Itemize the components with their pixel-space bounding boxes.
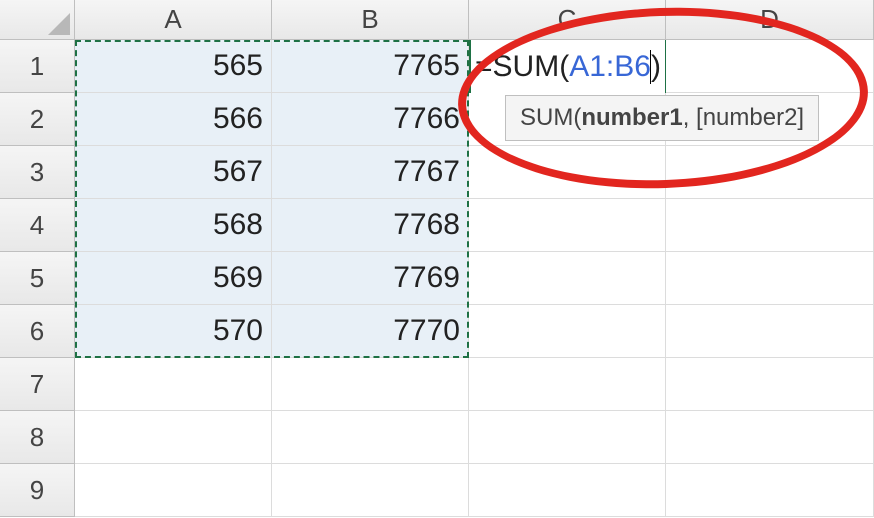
cell-b2[interactable]: 7766 — [272, 93, 469, 146]
tooltip-fn: SUM( — [520, 104, 581, 132]
cell-c9[interactable] — [469, 464, 666, 517]
cell-a9[interactable] — [75, 464, 272, 517]
formula-close-paren: ) — [651, 50, 661, 84]
cell-a4[interactable]: 568 — [75, 199, 272, 252]
row-header-4[interactable]: 4 — [0, 199, 75, 252]
cell-a7[interactable] — [75, 358, 272, 411]
row-headers: 1 2 3 4 5 6 7 8 9 — [0, 40, 75, 517]
cell-c3[interactable] — [469, 146, 666, 199]
cell-b6[interactable]: 7770 — [272, 305, 469, 358]
cell-b8[interactable] — [272, 411, 469, 464]
cell-b3[interactable]: 7767 — [272, 146, 469, 199]
cell-c5[interactable] — [469, 252, 666, 305]
row-header-5[interactable]: 5 — [0, 252, 75, 305]
select-all-corner[interactable] — [0, 0, 75, 40]
cell-c8[interactable] — [469, 411, 666, 464]
cell-d3[interactable] — [666, 146, 874, 199]
cell-a5[interactable]: 569 — [75, 252, 272, 305]
cell-a1[interactable]: 565 — [75, 40, 272, 93]
col-header-c[interactable]: C — [469, 0, 666, 40]
cell-c4[interactable] — [469, 199, 666, 252]
formula-open-paren: ( — [559, 50, 569, 84]
row-header-7[interactable]: 7 — [0, 358, 75, 411]
cell-b9[interactable] — [272, 464, 469, 517]
tooltip-rest: , [number2] — [683, 104, 804, 132]
col-header-b[interactable]: B — [272, 0, 469, 40]
cell-c6[interactable] — [469, 305, 666, 358]
cell-d1[interactable] — [666, 40, 874, 93]
formula-function: SUM — [493, 50, 560, 84]
row-header-6[interactable]: 6 — [0, 305, 75, 358]
formula-prefix: = — [475, 50, 493, 84]
row-header-2[interactable]: 2 — [0, 93, 75, 146]
col-header-d[interactable]: D — [666, 0, 874, 40]
formula-range: A1:B6 — [569, 50, 651, 84]
cell-d4[interactable] — [666, 199, 874, 252]
formula-tooltip[interactable]: SUM(number1, [number2] — [505, 95, 819, 141]
cell-b5[interactable]: 7769 — [272, 252, 469, 305]
cell-d7[interactable] — [666, 358, 874, 411]
tooltip-arg1: number1 — [581, 104, 682, 132]
cell-d8[interactable] — [666, 411, 874, 464]
col-header-a[interactable]: A — [75, 0, 272, 40]
row-header-3[interactable]: 3 — [0, 146, 75, 199]
cell-a8[interactable] — [75, 411, 272, 464]
cell-a3[interactable]: 567 — [75, 146, 272, 199]
row-header-1[interactable]: 1 — [0, 40, 75, 93]
cell-d5[interactable] — [666, 252, 874, 305]
cell-c7[interactable] — [469, 358, 666, 411]
row-header-9[interactable]: 9 — [0, 464, 75, 517]
cell-d6[interactable] — [666, 305, 874, 358]
column-headers: A B C D — [75, 0, 874, 40]
cell-a2[interactable]: 566 — [75, 93, 272, 146]
row-header-8[interactable]: 8 — [0, 411, 75, 464]
cell-b1[interactable]: 7765 — [272, 40, 469, 93]
cell-b7[interactable] — [272, 358, 469, 411]
cell-a6[interactable]: 570 — [75, 305, 272, 358]
cell-d9[interactable] — [666, 464, 874, 517]
formula-editor[interactable]: =SUM(A1:B6) — [471, 40, 665, 93]
cell-b4[interactable]: 7768 — [272, 199, 469, 252]
